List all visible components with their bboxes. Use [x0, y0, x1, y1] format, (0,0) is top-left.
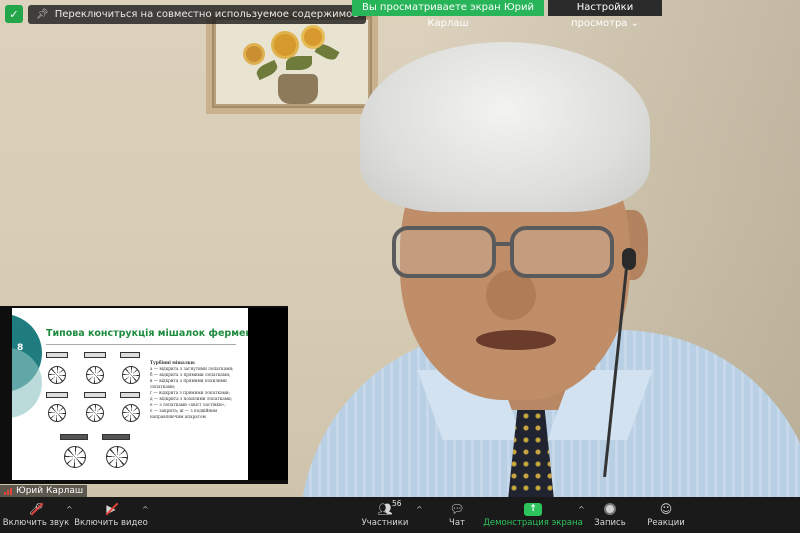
unmute-button[interactable]: 🎤︎ Включить звук: [2, 497, 70, 533]
record-icon: [604, 503, 616, 515]
smiley-plus-icon: ☺︎: [659, 502, 673, 516]
share-screen-button[interactable]: ↑ Демонстрация экрана: [483, 497, 583, 533]
microphone-muted-icon: 🎤︎: [27, 502, 45, 516]
start-video-button[interactable]: ▶︎ Включить видео: [74, 497, 148, 533]
speaker-hair: [360, 42, 650, 212]
shared-screen-thumbnail[interactable]: 8 Типова конструкція мішалок ферментера …: [0, 306, 288, 484]
participants-button[interactable]: 👥︎ 56 Участники: [360, 497, 410, 533]
slide-title: Типова конструкція мішалок ферментера: [46, 328, 248, 339]
video-options-chevron-icon[interactable]: ^: [142, 505, 149, 514]
share-screen-label: Демонстрация экрана: [483, 517, 583, 528]
participant-name-label: Юрий Карлаш: [0, 485, 88, 497]
slide-legend-text: Турбінні мішалки: а — відкрита з загнути…: [150, 360, 234, 419]
meeting-toolbar: 🎤︎ Включить звук ^ ▶︎ Включить видео ^ 👥…: [0, 497, 800, 533]
participants-label: Участники: [361, 518, 409, 528]
video-camera-off-icon: ▶︎: [102, 502, 120, 516]
share-options-chevron-icon[interactable]: ^: [578, 505, 585, 514]
slide-number: 8: [17, 343, 24, 353]
start-video-label: Включить видео: [74, 518, 148, 528]
unmute-label: Включить звук: [2, 518, 70, 528]
record-button[interactable]: Запись: [590, 497, 630, 533]
participants-options-chevron-icon[interactable]: ^: [416, 505, 423, 514]
reactions-label: Реакции: [647, 518, 685, 528]
participants-count: 56: [392, 499, 402, 508]
chat-bubble-icon: 💬︎: [449, 502, 465, 516]
chevron-down-icon: ⌄: [630, 18, 640, 29]
pin-icon: 📌︎: [36, 9, 49, 20]
viewing-screen-banner: Вы просматриваете экран Юрий Карлаш: [352, 0, 544, 29]
audio-options-chevron-icon[interactable]: ^: [66, 505, 73, 514]
record-label: Запись: [594, 518, 626, 528]
chat-button[interactable]: 💬︎ Чат: [442, 497, 472, 533]
mixer-diagrams: [46, 352, 146, 472]
switch-to-shared-content-button[interactable]: 📌︎ Переключиться на совместно используем…: [28, 5, 367, 24]
reactions-button[interactable]: ☺︎ Реакции: [646, 497, 686, 533]
signal-strength-icon: [4, 487, 12, 495]
view-options-label: Настройки просмотра: [570, 2, 634, 29]
speaker-glasses: [392, 220, 618, 282]
notice-label: Переключиться на совместно используемое …: [54, 9, 359, 20]
share-screen-icon: ↑: [524, 502, 542, 516]
wall-painting: [206, 10, 378, 114]
participant-name: Юрий Карлаш: [16, 486, 84, 496]
presentation-slide: 8 Типова конструкція мішалок ферментера …: [12, 308, 248, 480]
encryption-shield-icon[interactable]: ✓: [5, 5, 23, 23]
earphone: [622, 248, 636, 270]
view-options-button[interactable]: Настройки просмотра ⌄: [548, 0, 662, 29]
participants-icon: 👥︎ 56: [377, 499, 402, 516]
chat-label: Чат: [449, 518, 465, 528]
